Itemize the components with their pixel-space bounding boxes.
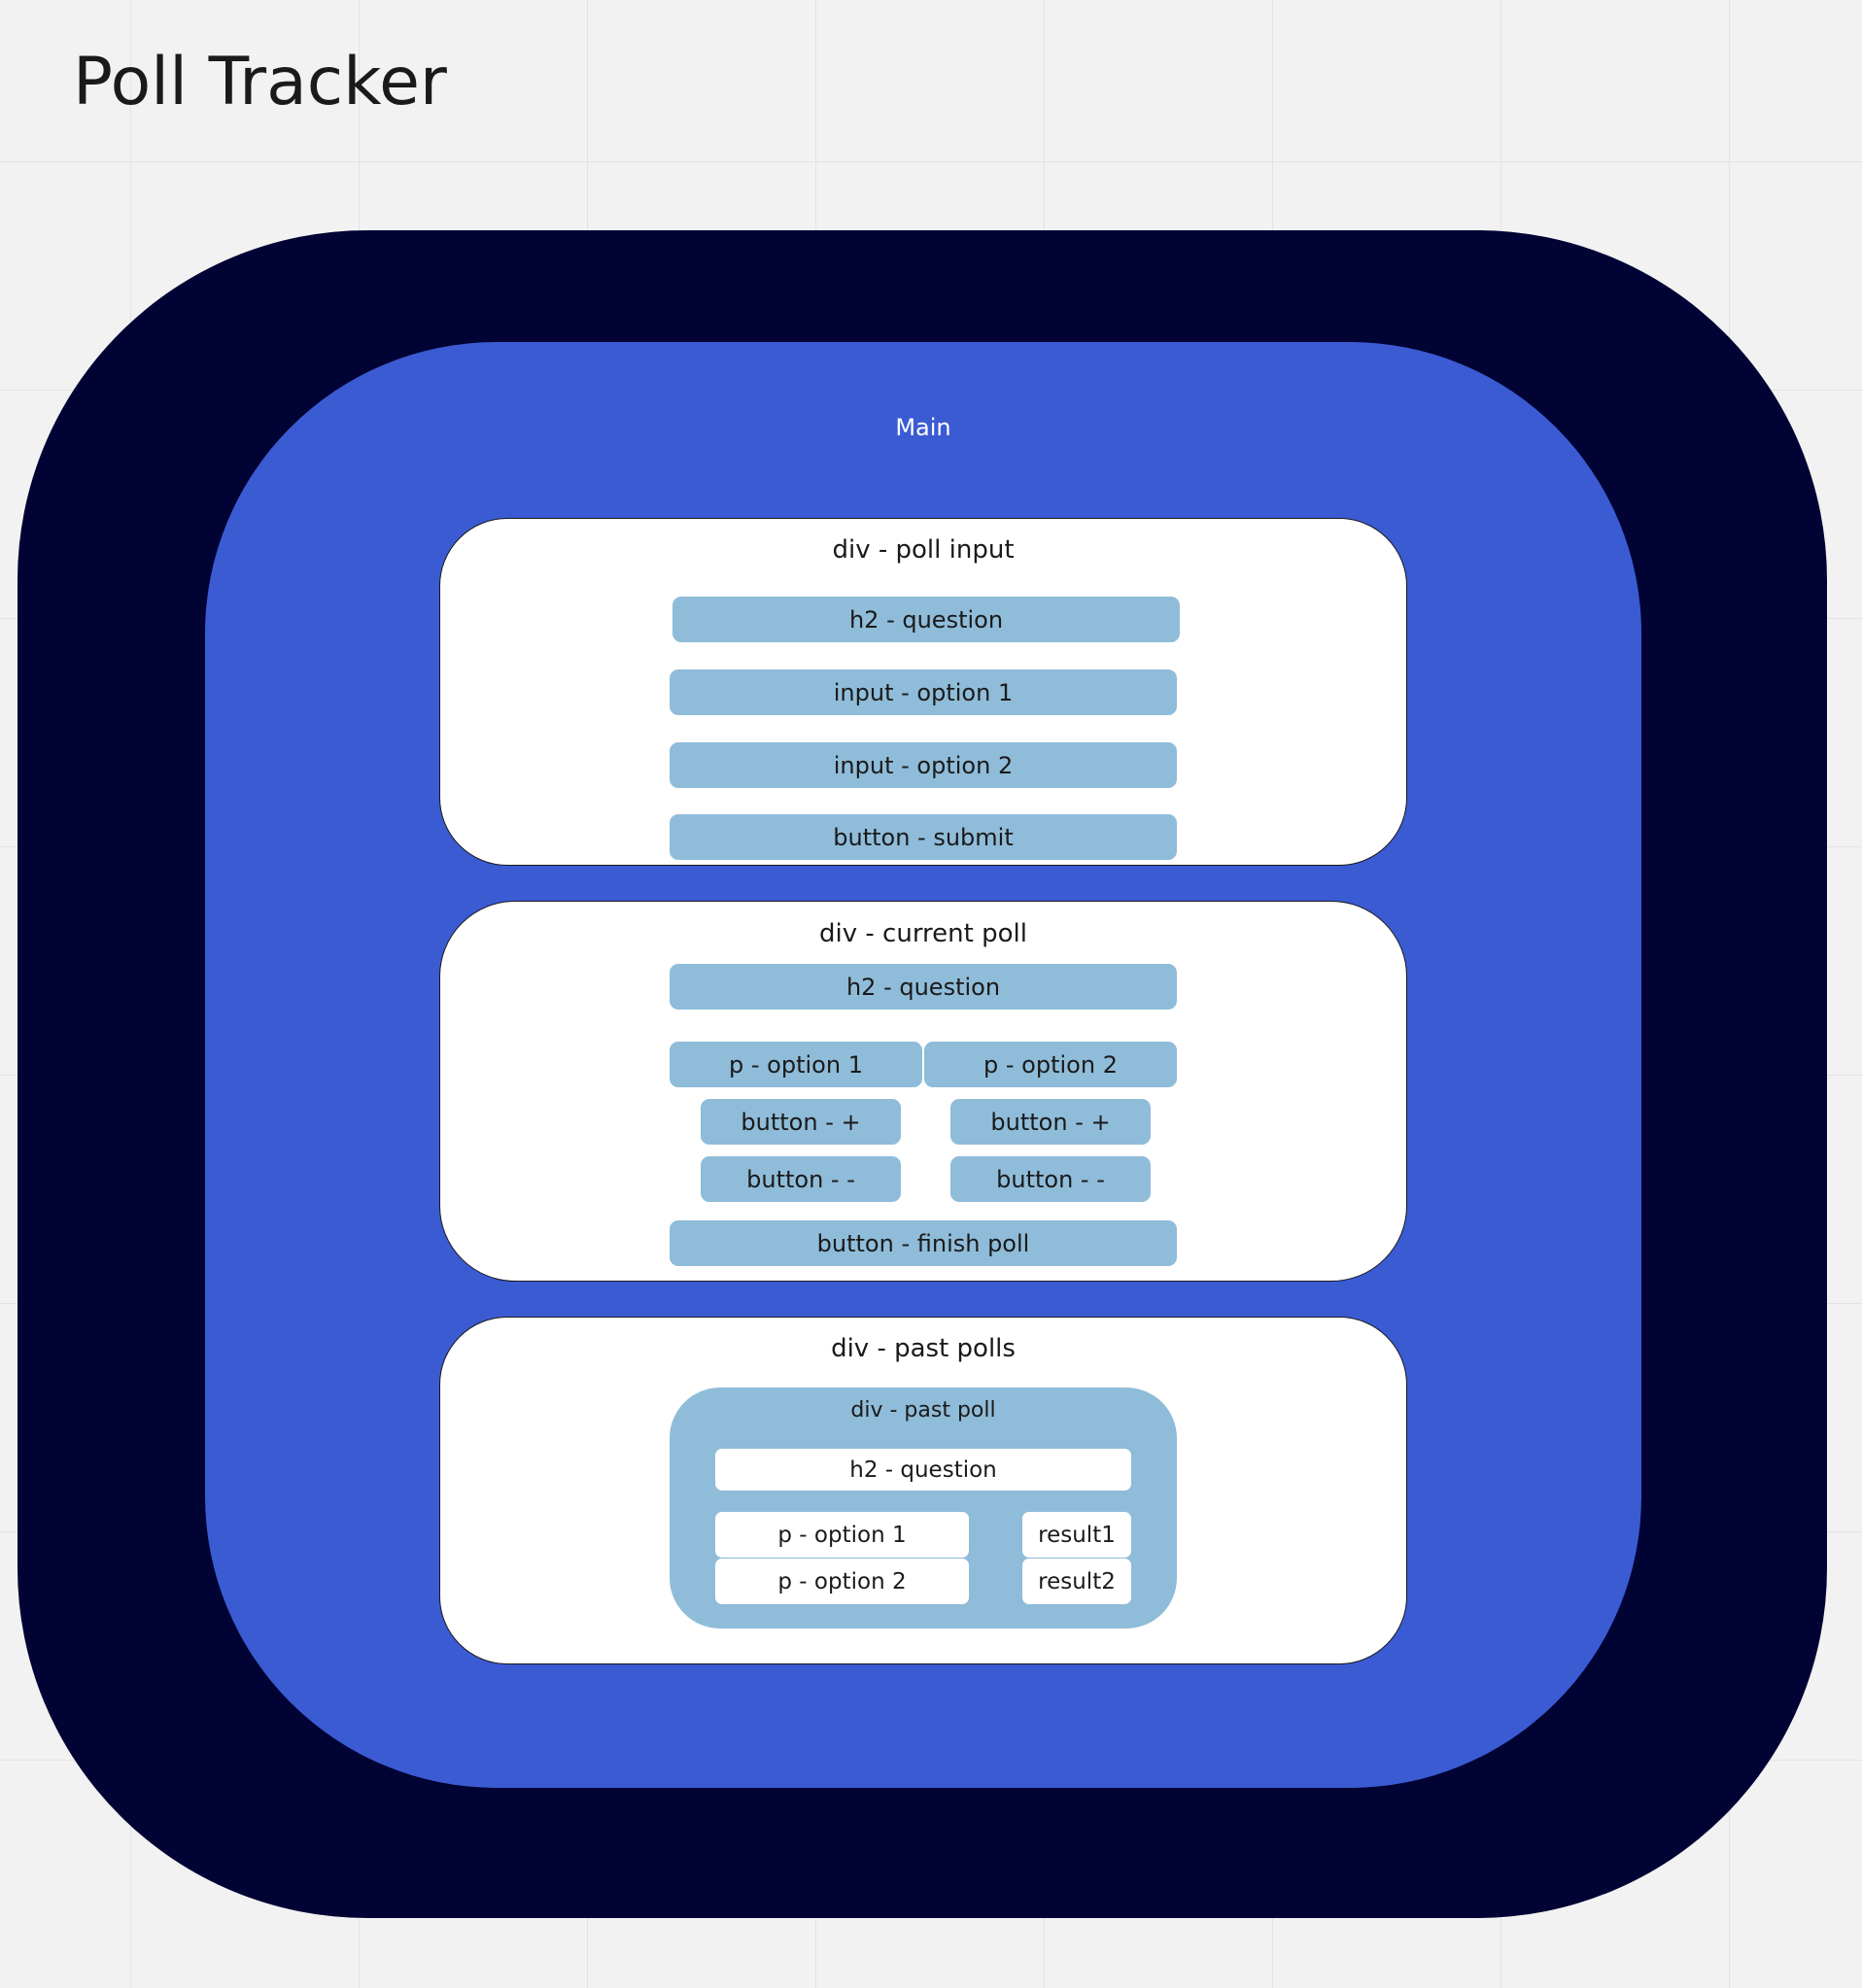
- poll-input-submit: button - submit: [670, 814, 1177, 860]
- current-poll-plus-1: button - +: [701, 1099, 901, 1145]
- poll-input-question: h2 - question: [672, 597, 1180, 642]
- poll-input-option-2: input - option 2: [670, 742, 1177, 788]
- past-poll-option-1: p - option 1: [715, 1512, 969, 1558]
- main-label: Main: [895, 414, 951, 441]
- current-poll-option-1: p - option 1: [670, 1042, 922, 1087]
- current-poll-minus-1: button - -: [701, 1156, 901, 1202]
- current-poll-question: h2 - question: [670, 964, 1177, 1010]
- past-poll-label: div - past poll: [850, 1398, 996, 1422]
- past-poll-result-2: result2: [1022, 1559, 1131, 1604]
- poll-input-label: div - poll input: [832, 535, 1015, 565]
- poll-input-option-1: input - option 1: [670, 669, 1177, 715]
- current-poll-minus-2: button - -: [950, 1156, 1151, 1202]
- current-poll-option-2: p - option 2: [924, 1042, 1177, 1087]
- past-poll-result-1: result1: [1022, 1512, 1131, 1558]
- current-poll-label: div - current poll: [819, 919, 1027, 948]
- current-poll-plus-2: button - +: [950, 1099, 1151, 1145]
- past-poll-question: h2 - question: [715, 1449, 1131, 1491]
- current-poll-finish: button - finish poll: [670, 1220, 1177, 1266]
- page-title: Poll Tracker: [73, 44, 447, 120]
- past-poll-option-2: p - option 2: [715, 1559, 969, 1604]
- past-polls-label: div - past polls: [831, 1334, 1016, 1363]
